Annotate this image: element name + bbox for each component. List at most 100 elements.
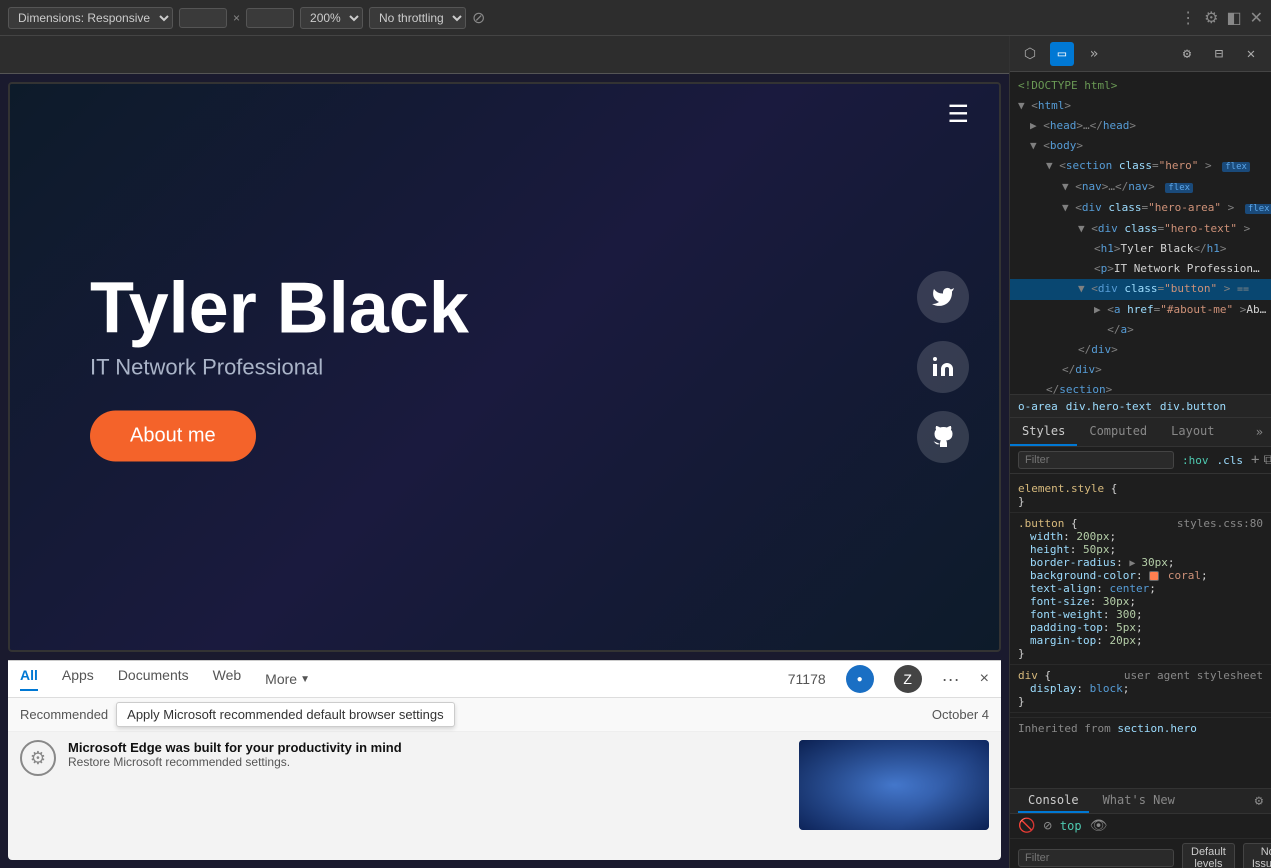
device-emulation-icon[interactable]: ▭ <box>1050 42 1074 66</box>
prop-font-weight[interactable]: font-weight: 300; <box>1018 608 1263 621</box>
button-selector-line[interactable]: .button { styles.css:80 <box>1018 517 1263 530</box>
nav-line[interactable]: ▼ <nav>…</nav> flex <box>1010 177 1271 198</box>
throttle-dropdown[interactable]: No throttling <box>369 7 466 29</box>
more-tools-icon[interactable]: » <box>1082 42 1106 66</box>
section-hero-line[interactable]: ▼ <section class="hero" > flex <box>1010 156 1271 177</box>
more-options-icon[interactable]: ⋮ <box>1180 8 1196 28</box>
more-dots-icon[interactable]: ··· <box>942 669 960 690</box>
prop-margin-top[interactable]: margin-top: 20px; <box>1018 634 1263 647</box>
letter-avatar[interactable]: Z <box>894 665 922 693</box>
console-no-icon[interactable]: ⊘ <box>1043 818 1051 834</box>
tab-computed[interactable]: Computed <box>1077 418 1159 446</box>
width-input[interactable]: 493 <box>179 8 227 28</box>
console-eye-icon[interactable]: 👁 <box>1090 818 1108 834</box>
styles-filter-input[interactable] <box>1018 451 1174 469</box>
doctype-line[interactable]: <!DOCTYPE html> <box>1010 76 1271 96</box>
expand-head-icon[interactable]: ▶ <box>1030 119 1037 132</box>
filter-cls[interactable]: .cls <box>1217 454 1244 467</box>
expand-body-icon[interactable]: ▼ <box>1030 139 1037 152</box>
more-label: More <box>265 671 297 687</box>
prop-border-radius[interactable]: border-radius: ▶ 30px; <box>1018 556 1263 569</box>
tab-all[interactable]: All <box>20 667 38 691</box>
breadcrumb-button[interactable]: div.button <box>1160 400 1226 413</box>
console-tab-console[interactable]: Console <box>1018 789 1089 813</box>
breadcrumb-hero-text[interactable]: div.hero-text <box>1066 400 1152 413</box>
prop-height[interactable]: height: 50px; <box>1018 543 1263 556</box>
tab-apps[interactable]: Apps <box>62 667 94 691</box>
devtools-panel: ⬡ ▭ » ⚙ ⊟ ✕ <!DOCTYPE html> ▼ <html> ▶ <… <box>1009 36 1271 868</box>
settings-icon[interactable]: ⚙ <box>1204 8 1218 28</box>
close-div-button-line[interactable]: </div> <box>1010 340 1271 360</box>
div-hero-area-line[interactable]: ▼ <div class="hero-area" > flex <box>1010 198 1271 219</box>
close-bottom-panel-button[interactable]: × <box>980 670 989 688</box>
expand-hero-text-icon[interactable]: ▼ <box>1078 222 1085 235</box>
dimensions-selector[interactable]: Dimensions: Responsive 493 × 389 200% No… <box>8 7 485 29</box>
console-settings-icon[interactable]: ⚙ <box>1255 793 1263 809</box>
linkedin-icon[interactable] <box>917 341 969 393</box>
console-tab-whats-new[interactable]: What's New <box>1093 789 1185 813</box>
about-me-button[interactable]: About me <box>90 411 256 462</box>
div-hero-text-line[interactable]: ▼ <div class="hero-text" > <box>1010 219 1271 239</box>
height-input[interactable]: 389 <box>246 8 294 28</box>
prop-padding-top[interactable]: padding-top: 5px; <box>1018 621 1263 634</box>
element-style-close: } <box>1018 495 1263 508</box>
prop-background-color[interactable]: background-color: coral; <box>1018 569 1263 582</box>
inherited-selector[interactable]: section.hero <box>1117 722 1196 735</box>
devtools-toolbar: ⬡ ▭ » ⚙ ⊟ ✕ <box>1010 36 1271 72</box>
copy-style-icon[interactable]: ⧉ <box>1263 452 1271 468</box>
breadcrumb-o-area[interactable]: o-area <box>1018 400 1058 413</box>
dt-dock-icon[interactable]: ⊟ <box>1207 42 1231 66</box>
close-section-line[interactable]: </section> <box>1010 380 1271 394</box>
twitter-icon[interactable] <box>917 271 969 323</box>
expand-a-icon[interactable]: ▶ <box>1094 303 1101 316</box>
tab-web[interactable]: Web <box>213 667 242 691</box>
div-selector-line[interactable]: div { user agent stylesheet <box>1018 669 1263 682</box>
html-tag-line[interactable]: ▼ <html> <box>1010 96 1271 116</box>
h1-line[interactable]: <h1>Tyler Black</h1> <box>1010 239 1271 259</box>
expand-hero-area-icon[interactable]: ▼ <box>1062 201 1069 214</box>
clear-console-icon[interactable]: 🚫 <box>1018 818 1035 834</box>
p-line[interactable]: <p>IT Network Profession… <box>1010 259 1271 279</box>
tab-documents[interactable]: Documents <box>118 667 189 691</box>
element-style-selector[interactable]: element.style { <box>1018 482 1263 495</box>
console-top-link[interactable]: top <box>1060 819 1082 833</box>
a-href-line[interactable]: ▶ <a href="#about-me" >Ab… <box>1010 300 1271 320</box>
hamburger-icon[interactable]: ☰ <box>947 100 969 129</box>
close-devtools-icon[interactable]: ✕ <box>1250 8 1263 28</box>
head-tag-line[interactable]: ▶ <head>…</head> <box>1010 116 1271 136</box>
github-icon[interactable] <box>917 411 969 463</box>
prop-width[interactable]: width: 200px; <box>1018 530 1263 543</box>
expand-nav-icon[interactable]: ▼ <box>1062 180 1069 193</box>
dock-icon[interactable]: ◧ <box>1226 8 1241 28</box>
console-filter-input[interactable] <box>1018 849 1174 867</box>
prop-font-size[interactable]: font-size: 30px; <box>1018 595 1263 608</box>
tab-more[interactable]: More ▼ <box>265 671 310 687</box>
filter-hov[interactable]: :hov <box>1182 454 1209 467</box>
default-levels-button[interactable]: Default levels <box>1182 843 1235 868</box>
tab-layout[interactable]: Layout <box>1159 418 1226 446</box>
color-swatch[interactable] <box>1149 571 1159 581</box>
expand-section-icon[interactable]: ▼ <box>1046 159 1053 172</box>
body-tag-line[interactable]: ▼ <body> <box>1010 136 1271 156</box>
dimensions-dropdown[interactable]: Dimensions: Responsive <box>8 7 173 29</box>
styles-content: element.style { } .button { styles.css:8… <box>1010 474 1271 743</box>
expand-button-icon[interactable]: ▼ <box>1078 282 1085 295</box>
div-button-line[interactable]: ▼ <div class="button" > == <box>1010 279 1271 300</box>
close-a-line[interactable]: </a> <box>1010 320 1271 340</box>
recommended-label: Recommended <box>20 707 108 722</box>
prop-display[interactable]: display: block; <box>1018 682 1263 695</box>
inspect-element-icon[interactable]: ⬡ <box>1018 42 1042 66</box>
profile-icon[interactable]: ● <box>846 665 874 693</box>
tab-styles[interactable]: Styles <box>1010 418 1077 446</box>
more-chevron-icon: ▼ <box>300 674 310 685</box>
zoom-dropdown[interactable]: 200% <box>300 7 363 29</box>
expand-html-icon[interactable]: ▼ <box>1018 99 1025 112</box>
styles-more-icon[interactable]: » <box>1248 419 1271 445</box>
no-issues-button[interactable]: No Issues <box>1243 843 1271 868</box>
prop-text-align[interactable]: text-align: center; <box>1018 582 1263 595</box>
no-throttle-icon[interactable]: ⊘ <box>472 8 485 28</box>
close-div-hero-area-line[interactable]: </div> <box>1010 360 1271 380</box>
dt-settings-icon[interactable]: ⚙ <box>1175 42 1199 66</box>
add-style-icon[interactable]: + <box>1251 452 1259 468</box>
dt-close-icon[interactable]: ✕ <box>1239 42 1263 66</box>
